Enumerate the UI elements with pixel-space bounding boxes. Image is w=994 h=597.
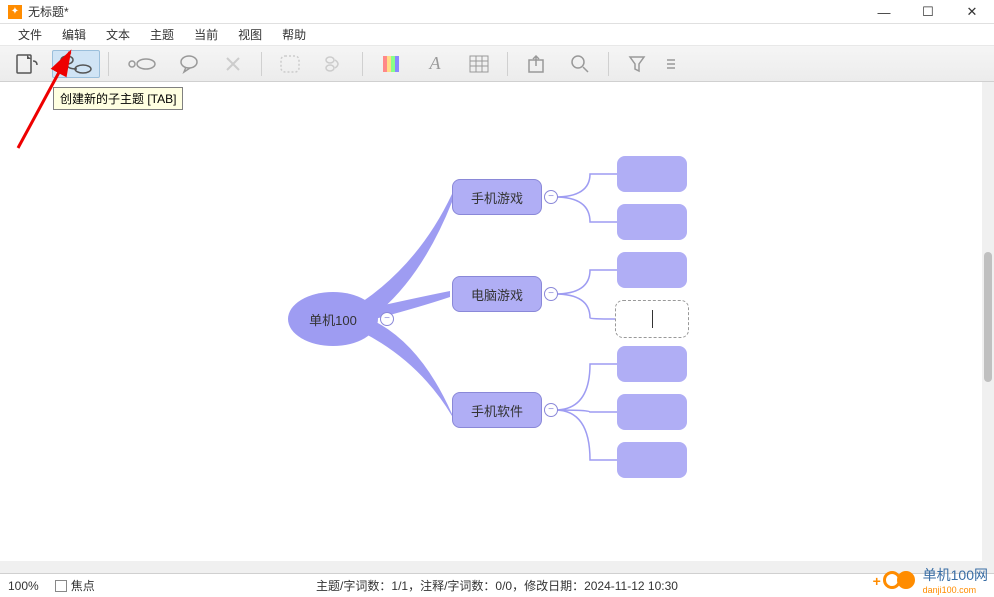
separator [108,52,109,76]
delete-button[interactable] [213,50,253,78]
horizontal-scrollbar[interactable] [0,561,982,573]
root-node[interactable]: 单机100 [288,292,378,346]
separator [362,52,363,76]
leaf-node[interactable] [617,442,687,478]
canvas[interactable]: 单机100 − 手机游戏 − 电脑游戏 − 手机软件 − [0,82,982,573]
menu-current[interactable]: 当前 [184,24,228,45]
export-button[interactable] [516,50,556,78]
menu-topic[interactable]: 主题 [140,24,184,45]
watermark-icon: + [883,568,919,592]
leaf-node-editing[interactable] [615,300,689,338]
status-info: 主题/字词数：1/1，注释/字词数：0/0，修改日期：2024-11-12 10… [316,577,678,594]
focus-checkbox[interactable] [55,580,67,592]
separator [261,52,262,76]
leaf-node[interactable] [617,156,687,192]
callout-button[interactable] [169,50,209,78]
filter-icon [627,54,647,74]
fold-button-root[interactable]: − [380,312,394,326]
summary-icon [323,54,345,74]
search-icon [570,54,590,74]
sub-node-2[interactable]: 电脑游戏 [452,276,542,312]
sibling-topic-button[interactable] [117,50,165,78]
boundary-button[interactable] [270,50,310,78]
table-button[interactable] [459,50,499,78]
fold-button-sub3[interactable]: − [544,403,558,417]
watermark: + 单机100网 danji100.com [883,565,988,595]
titlebar: ✦ 无标题* — ☐ ✕ [0,0,994,24]
sub-node-3[interactable]: 手机软件 [452,392,542,428]
sub-node-1[interactable]: 手机游戏 [452,179,542,215]
separator [608,52,609,76]
app-icon: ✦ [8,5,22,19]
menu-view[interactable]: 视图 [228,24,272,45]
text-cursor [652,310,653,328]
window-controls: — ☐ ✕ [862,0,994,24]
minimize-button[interactable]: — [862,0,906,24]
watermark-url: danji100.com [923,585,988,595]
close-button[interactable]: ✕ [950,0,994,24]
font-icon: A [430,53,441,74]
statusbar: 100% 焦点 主题/字词数：1/1，注释/字词数：0/0，修改日期：2024-… [0,573,994,597]
leaf-node[interactable] [617,394,687,430]
menubar: 文件 编辑 文本 主题 当前 视图 帮助 [0,24,994,46]
callout-icon [178,53,200,75]
export-icon [526,54,546,74]
zoom-level[interactable]: 100% [8,579,39,593]
color-icon [381,54,401,74]
more-icon [665,56,677,72]
summary-button[interactable] [314,50,354,78]
scrollbar-thumb[interactable] [984,252,992,382]
sibling-topic-icon [124,53,158,75]
font-button[interactable]: A [415,50,455,78]
search-button[interactable] [560,50,600,78]
color-button[interactable] [371,50,411,78]
filter-button[interactable] [617,50,657,78]
vertical-scrollbar[interactable] [982,82,994,573]
more-button[interactable] [661,50,681,78]
fold-button-sub2[interactable]: − [544,287,558,301]
leaf-node[interactable] [617,252,687,288]
leaf-node[interactable] [617,346,687,382]
toolbar: 创建新的子主题 [TAB] A [0,46,994,82]
boundary-icon [279,54,301,74]
watermark-name: 单机100网 [923,565,988,585]
menu-text[interactable]: 文本 [96,24,140,45]
table-icon [469,55,489,73]
fold-button-sub1[interactable]: − [544,190,558,204]
maximize-button[interactable]: ☐ [906,0,950,24]
separator [507,52,508,76]
delete-icon [223,54,243,74]
tooltip: 创建新的子主题 [TAB] [53,87,183,110]
focus-label: 焦点 [71,577,95,594]
menu-help[interactable]: 帮助 [272,24,316,45]
leaf-node[interactable] [617,204,687,240]
window-title: 无标题* [28,3,69,20]
connector-lines [0,82,982,573]
